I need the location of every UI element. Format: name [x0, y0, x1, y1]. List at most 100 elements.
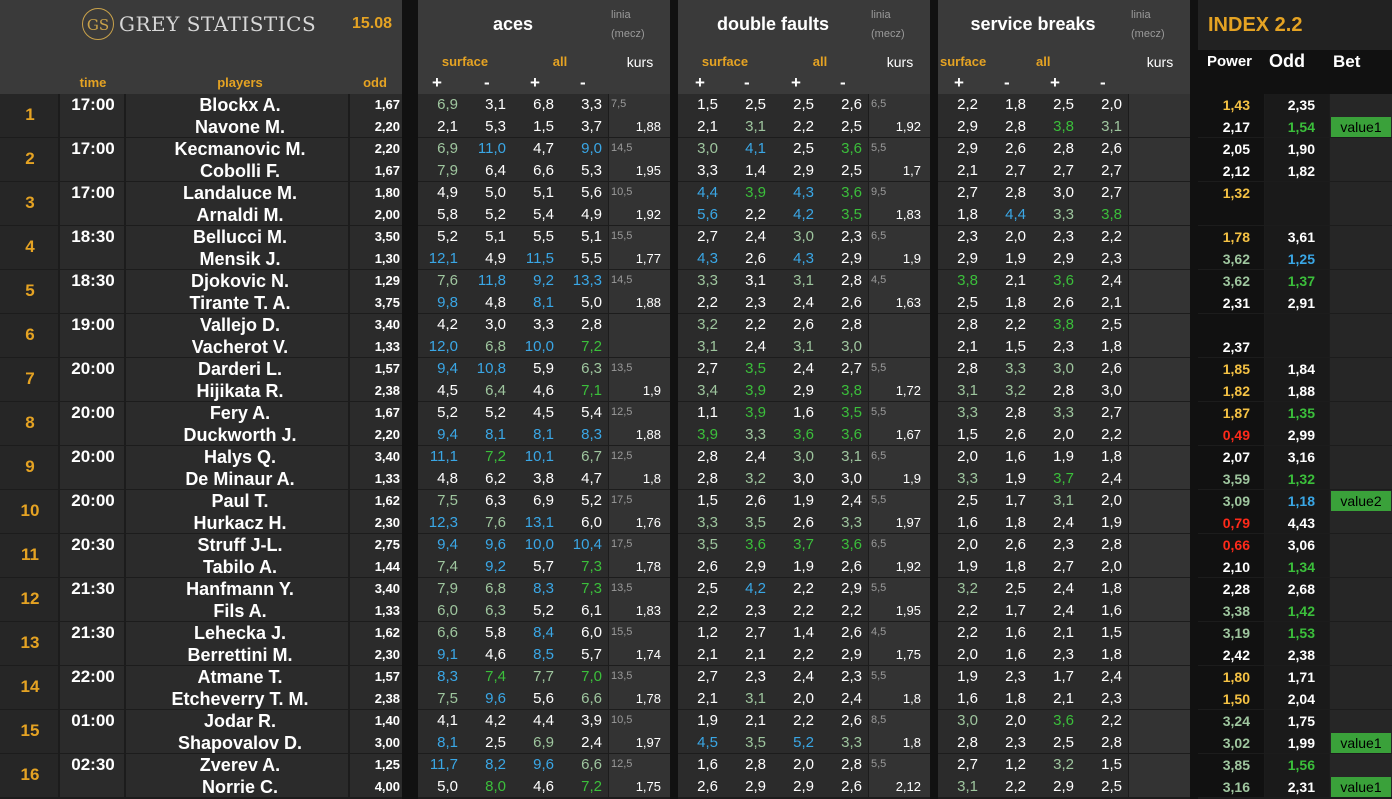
- cell-bg: [1129, 270, 1190, 313]
- aces-value: 7,9: [437, 580, 458, 597]
- table-row: 6 19:00 Vallejo D. Vacherot V. 3,40 1,33 4,2 3,…: [0, 314, 1392, 358]
- sb-value: 1,9: [1101, 514, 1122, 531]
- df-value: 2,7: [841, 360, 862, 377]
- sb-linia-label: linia: [1131, 9, 1151, 21]
- player-2-odd: 1,67: [374, 163, 400, 178]
- df-value: 3,3: [841, 734, 862, 751]
- cell-bg: [1330, 578, 1392, 621]
- sb-value: 2,0: [1005, 712, 1026, 729]
- ac-line-value: 7,5: [611, 98, 627, 110]
- aces-value: 7,4: [437, 558, 458, 575]
- power-value: 2,10: [1222, 559, 1250, 575]
- table-row: 15 01:00 Jodar R. Shapovalov D. 1,40 3,00 4,1 4…: [0, 710, 1392, 754]
- player-2-odd: 2,38: [374, 383, 400, 398]
- sb-value: 3,0: [1053, 184, 1074, 201]
- index-odd-value: 3,16: [1287, 449, 1315, 465]
- sb-value: 2,3: [1053, 228, 1074, 245]
- col-odd-label: odd: [363, 75, 387, 90]
- sb-value: 2,6: [1101, 140, 1122, 157]
- col-time-label: time: [79, 75, 107, 90]
- df-value: 3,8: [841, 382, 862, 399]
- player-2-odd: 1,33: [374, 471, 400, 486]
- sb-value: 2,6: [1005, 426, 1026, 443]
- aces-value: 6,9: [533, 492, 554, 509]
- sb-value: 1,5: [1101, 624, 1122, 641]
- aces-value: 5,6: [581, 184, 602, 201]
- df-value: 2,2: [745, 206, 766, 223]
- sb-kurs-label: kurs: [1146, 54, 1174, 70]
- aces-value: 10,1: [524, 448, 554, 465]
- aces-value: 4,9: [437, 184, 458, 201]
- df-surface-label: surface: [701, 54, 749, 69]
- sb-value: 3,8: [1101, 206, 1122, 223]
- sb-value: 2,8: [1005, 184, 1026, 201]
- aces-value: 7,2: [581, 778, 602, 795]
- cell-bg: [1129, 534, 1190, 577]
- df-value: 3,9: [745, 404, 766, 421]
- sb-value: 3,1: [957, 382, 978, 399]
- df-value: 1,1: [697, 404, 718, 421]
- cell-bg: [1330, 358, 1392, 401]
- cell-bg: [1330, 138, 1392, 181]
- player-1-name: Vallejo D.: [199, 315, 281, 335]
- df-line-value: 5,5: [871, 362, 887, 374]
- df-value: 3,0: [841, 338, 862, 355]
- player-1-odd: 1,29: [374, 273, 400, 288]
- df-line-value: 5,5: [871, 406, 887, 418]
- ac-kurs-value: 1,8: [642, 471, 661, 486]
- sb-value: 2,2: [1101, 228, 1122, 245]
- group-aces-title: aces: [492, 14, 534, 34]
- aces-value: 8,0: [485, 778, 506, 795]
- df-value: 2,6: [841, 558, 862, 575]
- aces-value: 2,5: [485, 734, 506, 751]
- col-power-label: Power: [1207, 53, 1253, 70]
- sb-value: 2,1: [1005, 272, 1026, 289]
- index-odd-value: 1,88: [1287, 383, 1315, 399]
- row-number: 14: [20, 677, 40, 696]
- sb-value: 3,0: [1053, 360, 1074, 377]
- power-value: 1,85: [1222, 361, 1250, 377]
- brand-title: GREY STATISTICS: [119, 12, 317, 36]
- sb-value: 2,3: [1101, 250, 1122, 267]
- row-number: 15: [20, 721, 40, 740]
- df-value: 2,6: [745, 492, 766, 509]
- player-1-odd: 1,67: [374, 97, 400, 112]
- power-value: 0,79: [1222, 515, 1250, 531]
- power-value: 0,49: [1222, 427, 1250, 443]
- cell-bg: [869, 314, 930, 357]
- df-value: 2,6: [793, 514, 814, 531]
- col-odd2-label: Odd: [1269, 51, 1305, 71]
- df-value: 3,1: [793, 272, 814, 289]
- aces-value: 7,2: [485, 448, 506, 465]
- sb-all-minus: -: [1100, 73, 1106, 92]
- sb-value: 2,1: [1053, 624, 1074, 641]
- sb-value: 2,4: [1101, 668, 1122, 685]
- separator: [1190, 0, 1198, 799]
- aces-value: 12,0: [428, 338, 458, 355]
- aces-value: 5,2: [437, 228, 458, 245]
- sb-value: 1,8: [957, 206, 978, 223]
- index-odd-value: 1,18: [1287, 493, 1315, 509]
- index-odd-value: 1,35: [1287, 405, 1315, 421]
- sb-value: 2,3: [1053, 536, 1074, 553]
- aces-value: 5,9: [533, 360, 554, 377]
- row-number: 5: [25, 281, 35, 300]
- player-1-name: Paul T.: [211, 491, 269, 511]
- ac-line-value: 10,5: [611, 186, 633, 198]
- player-1-odd: 3,40: [374, 449, 400, 464]
- aces-all-label: all: [552, 54, 568, 69]
- sb-value: 2,2: [1101, 712, 1122, 729]
- df-value: 3,1: [745, 272, 766, 289]
- df-surface-minus: -: [744, 73, 750, 92]
- sb-value: 1,6: [1005, 448, 1026, 465]
- sb-value: 2,8: [1053, 382, 1074, 399]
- index-odd-value: 1,53: [1287, 625, 1315, 641]
- sb-value: 2,5: [1101, 316, 1122, 333]
- aces-value: 5,5: [533, 228, 554, 245]
- aces-value: 5,4: [581, 404, 602, 421]
- df-value: 2,9: [841, 580, 862, 597]
- aces-value: 6,3: [485, 492, 506, 509]
- table-row: 11 20:30 Struff J-L. Tabilo A. 2,75 1,44 9,4 9,…: [0, 534, 1392, 578]
- index-title: INDEX 2.2: [1208, 14, 1303, 36]
- aces-value: 6,8: [485, 580, 506, 597]
